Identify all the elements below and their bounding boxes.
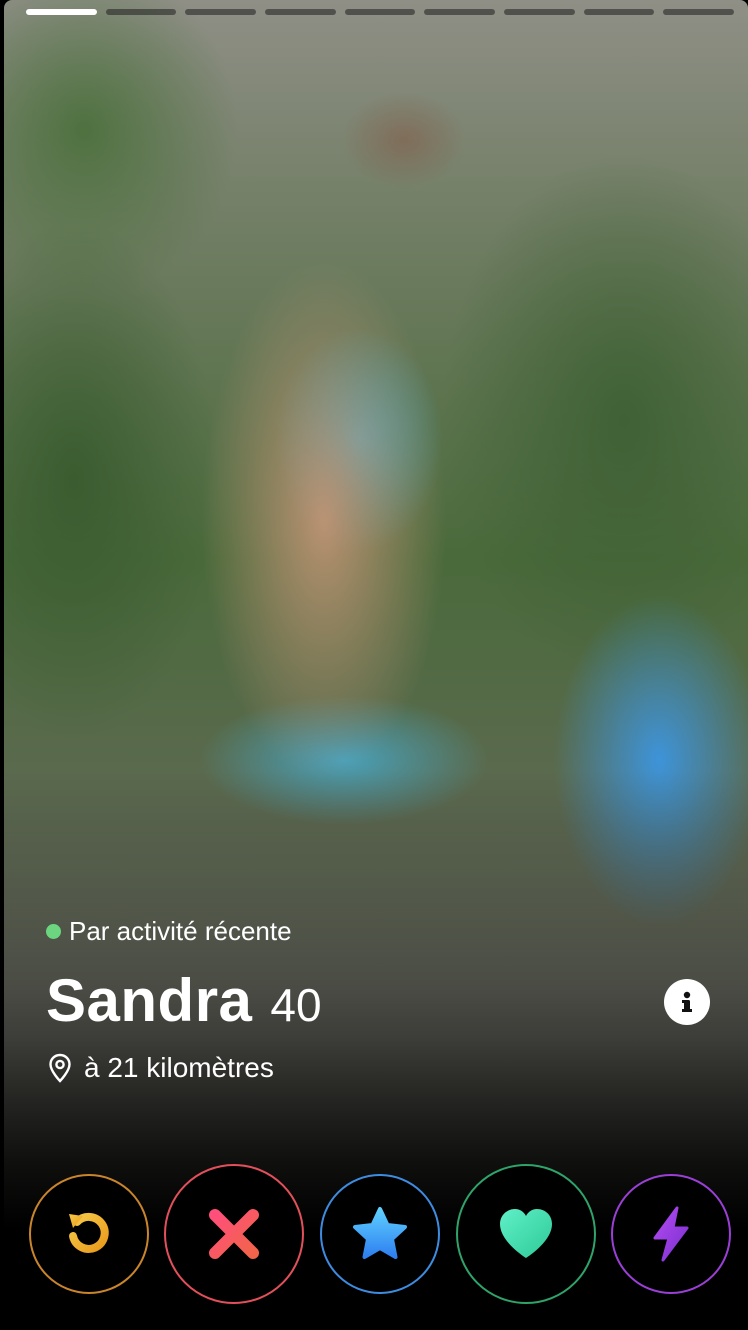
photo-indicator-6[interactable] xyxy=(424,9,496,15)
location-pin-icon xyxy=(49,1053,71,1083)
photo-indicator-9[interactable] xyxy=(663,9,735,15)
photo-indicator-8[interactable] xyxy=(583,9,655,15)
green-dot-icon xyxy=(46,924,61,939)
lightning-icon xyxy=(653,1206,689,1262)
photo-indicator-2[interactable] xyxy=(105,9,177,15)
boost-button[interactable] xyxy=(611,1174,731,1294)
photo-indicator-5[interactable] xyxy=(344,9,416,15)
photo-indicator-3[interactable] xyxy=(185,9,257,15)
profile-card-screen: Par activité récente Sandra 40 à 21 kilo… xyxy=(0,0,748,1330)
profile-header: Sandra 40 xyxy=(46,966,322,1035)
like-button[interactable] xyxy=(456,1164,596,1304)
star-icon xyxy=(353,1207,407,1259)
profile-age: 40 xyxy=(270,979,322,1031)
profile-name: Sandra xyxy=(46,967,253,1034)
nope-button[interactable] xyxy=(164,1164,304,1304)
heart-icon xyxy=(500,1209,552,1258)
photo-progress-bar xyxy=(26,9,735,17)
photo-indicator-1[interactable] xyxy=(26,9,97,15)
rewind-icon xyxy=(69,1212,109,1253)
rewind-button[interactable] xyxy=(29,1174,149,1294)
activity-label: Par activité récente xyxy=(69,916,292,946)
profile-photo[interactable] xyxy=(4,0,748,1330)
info-icon xyxy=(682,991,692,1012)
distance-label: à 21 kilomètres xyxy=(84,1052,274,1083)
photo-indicator-7[interactable] xyxy=(504,9,575,15)
distance-row: à 21 kilomètres xyxy=(48,1052,274,1084)
info-button[interactable] xyxy=(664,979,710,1025)
close-icon xyxy=(209,1209,259,1259)
recent-activity-badge: Par activité récente xyxy=(46,916,292,947)
action-bar xyxy=(0,1164,748,1304)
photo-indicator-4[interactable] xyxy=(265,9,336,15)
super-like-button[interactable] xyxy=(320,1174,440,1294)
